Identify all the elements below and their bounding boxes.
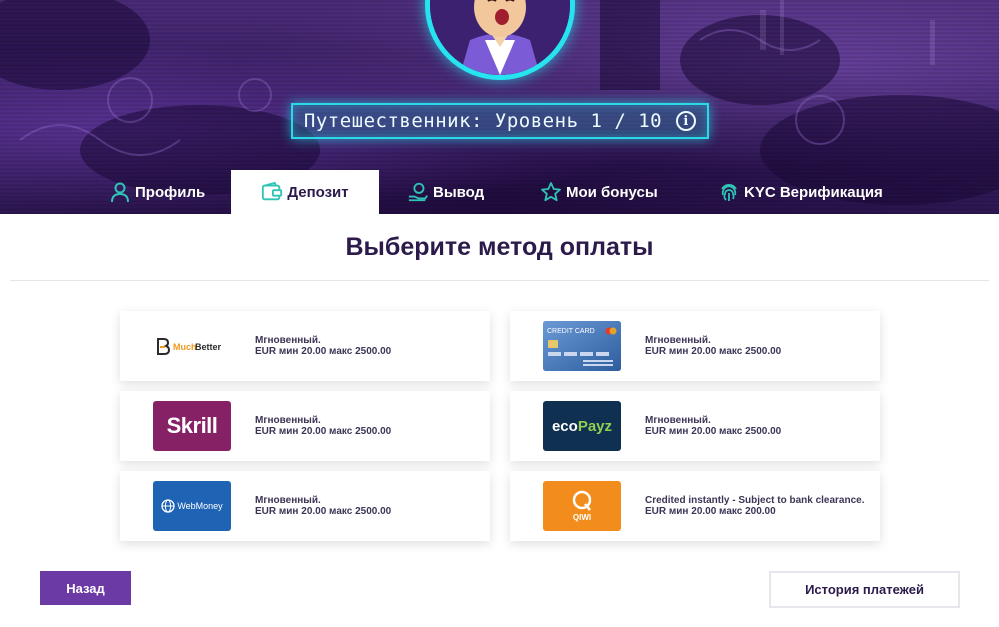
webmoney-logo-text: WebMoney: [177, 501, 223, 511]
hand-coin-icon: [407, 181, 429, 203]
payment-method-credit-card[interactable]: CREDIT CARD Мгновенный. EUR мин 20.00 ма…: [510, 311, 880, 381]
method-info: Мгновенный. EUR мин 20.00 макс 2500.00: [645, 391, 870, 461]
level-badge: Путешественник: Уровень 1 / 10 i: [291, 103, 709, 139]
method-info: Мгновенный. EUR мин 20.00 макс 2500.00: [255, 311, 480, 381]
payment-history-button[interactable]: История платежей: [769, 571, 960, 608]
tab-kyc-label: KYC Верификация: [744, 183, 883, 201]
method-speed: Мгновенный.: [645, 415, 711, 426]
method-info: Мгновенный. EUR мин 20.00 макс 2500.00: [645, 311, 870, 381]
user-icon: [109, 181, 131, 203]
method-speed: Мгновенный.: [255, 335, 321, 346]
profile-tabs: Профиль Депозит Вывод Мои бонусы KYC Вер…: [0, 170, 999, 214]
credit-card-logo: CREDIT CARD: [543, 321, 621, 371]
fingerprint-icon: [718, 181, 740, 203]
ecopayz-logo: ecoPayz: [543, 401, 621, 451]
qiwi-q-icon: [572, 490, 592, 511]
skrill-logo-text: Skrill: [166, 413, 218, 438]
payment-method-muchbetter[interactable]: Much Better Мгновенный. EUR мин 20.00 ма…: [120, 311, 490, 381]
wallet-icon: [261, 181, 283, 203]
tab-withdraw-label: Вывод: [433, 183, 485, 201]
payment-method-skrill[interactable]: Skrill Мгновенный. EUR мин 20.00 макс 25…: [120, 391, 490, 461]
credit-card-logo-text: CREDIT CARD: [547, 328, 595, 335]
webmoney-logo: WebMoney: [153, 481, 231, 531]
tab-my-bonuses-label: Мои бонусы: [566, 183, 658, 201]
muchbetter-logo-text-better: Better: [195, 342, 222, 352]
tab-profile-label: Профиль: [135, 183, 206, 201]
ecopayz-logo-text: ecoPayz: [552, 418, 612, 435]
title-divider: [10, 280, 989, 281]
method-speed: Мгновенный.: [255, 495, 321, 506]
method-speed: Мгновенный.: [645, 335, 711, 346]
tab-withdraw[interactable]: Вывод: [407, 170, 484, 214]
ecopayz-payz: Payz: [577, 417, 613, 435]
method-speed: Credited instantly - Subject to bank cle…: [645, 495, 865, 506]
muchbetter-logo-text-much: Much: [173, 342, 197, 352]
payment-method-webmoney[interactable]: WebMoney Мгновенный. EUR мин 20.00 макс …: [120, 471, 490, 541]
method-speed: Мгновенный.: [255, 415, 321, 426]
qiwi-logo: QIWI: [543, 481, 621, 531]
tab-kyc-verification[interactable]: KYC Верификация: [718, 170, 883, 214]
info-icon[interactable]: i: [676, 111, 697, 131]
qiwi-logo-text: QIWI: [572, 513, 592, 522]
ecopayz-eco: eco: [551, 417, 578, 435]
tab-my-bonuses[interactable]: Мои бонусы: [540, 170, 658, 214]
method-limits: EUR мин 20.00 макс 2500.00: [645, 426, 782, 437]
star-icon: [540, 181, 562, 203]
method-info: Мгновенный. EUR мин 20.00 макс 2500.00: [255, 391, 480, 461]
tab-deposit[interactable]: Депозит: [231, 170, 379, 214]
payment-method-qiwi[interactable]: QIWI Credited instantly - Subject to ban…: [510, 471, 880, 541]
skrill-logo: Skrill: [153, 401, 231, 451]
back-button[interactable]: Назад: [40, 571, 131, 605]
page-title: Выберите метод оплаты: [345, 233, 654, 261]
tab-deposit-label: Депозит: [287, 183, 349, 201]
method-limits: EUR мин 20.00 макс 2500.00: [255, 346, 392, 357]
credit-card-icon: CREDIT CARD: [543, 321, 621, 371]
tab-profile[interactable]: Профиль: [109, 170, 205, 214]
method-limits: EUR мин 20.00 макс 2500.00: [255, 426, 392, 437]
globe-icon: [161, 499, 175, 513]
method-limits: EUR мин 20.00 макс 2500.00: [645, 346, 782, 357]
level-text: Путешественник: Уровень 1 / 10: [303, 110, 663, 132]
method-info: Мгновенный. EUR мин 20.00 макс 2500.00: [255, 471, 480, 541]
payment-method-ecopayz[interactable]: ecoPayz Мгновенный. EUR мин 20.00 макс 2…: [510, 391, 880, 461]
method-limits: EUR мин 20.00 макс 200.00: [645, 506, 776, 517]
method-limits: EUR мин 20.00 макс 2500.00: [255, 506, 392, 517]
muchbetter-logo: Much Better: [153, 321, 231, 371]
muchbetter-mark-icon: Much Better: [157, 338, 222, 355]
method-info: Credited instantly - Subject to bank cle…: [645, 471, 870, 541]
